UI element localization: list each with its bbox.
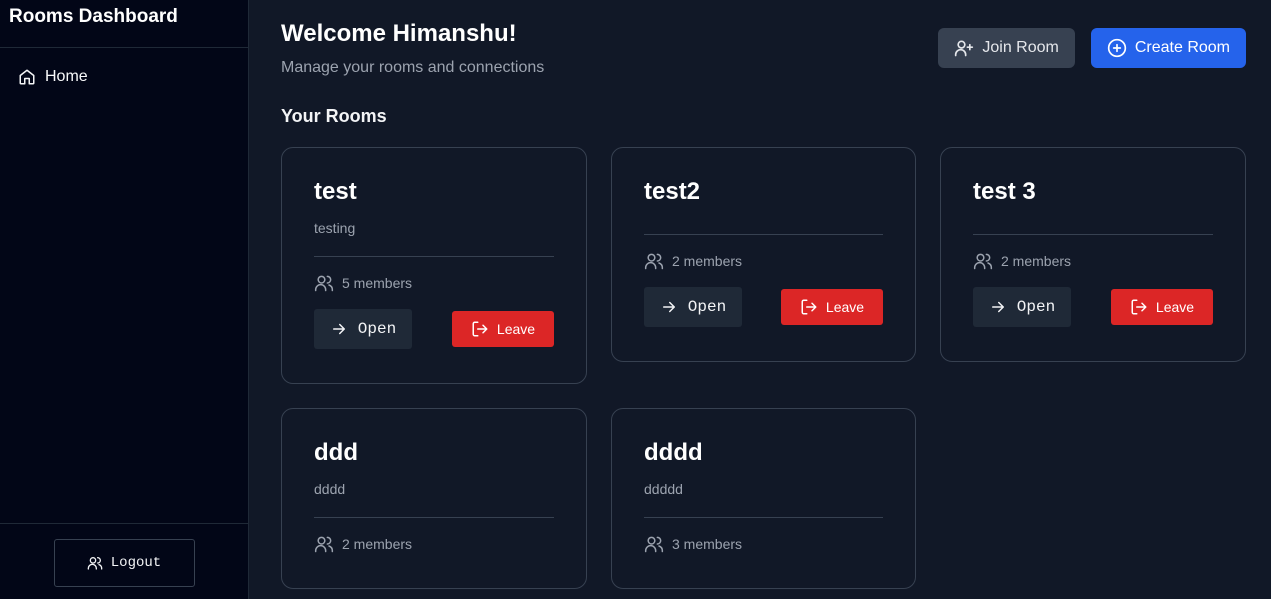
users-icon	[314, 536, 334, 553]
divider	[314, 256, 554, 257]
rooms-grid: test testing 5 members Open Leave test2 …	[281, 147, 1246, 589]
leave-label: Leave	[825, 299, 865, 315]
sidebar-item-label: Home	[45, 68, 88, 85]
create-room-button[interactable]: Create Room	[1090, 28, 1246, 68]
room-card: ddd dddd 2 members	[281, 408, 587, 589]
room-description: dddd	[314, 481, 346, 497]
logout-button[interactable]: Logout	[53, 539, 195, 587]
divider	[644, 517, 883, 518]
sidebar: Rooms Dashboard Home Logout	[0, 0, 249, 599]
page-subtitle: Manage your rooms and connections	[281, 59, 545, 76]
sidebar-footer: Logout	[0, 523, 248, 599]
room-card: test 3 2 members Open Leave	[940, 147, 1246, 362]
room-members: 2 members	[314, 534, 554, 554]
users-icon	[973, 253, 993, 270]
open-room-button[interactable]: Open	[973, 287, 1071, 327]
divider	[644, 234, 883, 235]
main-content: Welcome Himanshu! Manage your rooms and …	[249, 0, 1271, 599]
create-room-label: Create Room	[1134, 39, 1230, 56]
room-members: 2 members	[644, 251, 883, 271]
app-root: Rooms Dashboard Home Logout Welcome Hima…	[0, 0, 1271, 599]
room-actions: Open Leave	[644, 287, 883, 327]
logout-label: Logout	[110, 555, 162, 571]
users-icon	[644, 536, 664, 553]
leave-label: Leave	[496, 321, 536, 337]
rooms-section-title: Your Rooms	[281, 106, 387, 126]
members-count: 5 members	[342, 275, 413, 291]
open-room-button[interactable]: Open	[644, 287, 742, 327]
log-out-icon	[801, 299, 817, 315]
leave-room-button[interactable]: Leave	[781, 289, 883, 325]
room-members: 2 members	[973, 251, 1213, 271]
log-out-icon	[472, 321, 488, 337]
room-card: test2 2 members Open Leave	[611, 147, 916, 362]
room-description: testing	[314, 220, 356, 236]
room-name: test2	[644, 178, 701, 205]
header-actions: Join Room Create Room	[938, 28, 1246, 68]
room-actions: Open Leave	[314, 309, 554, 349]
open-label: Open	[687, 298, 727, 316]
arrow-right-icon	[662, 301, 675, 313]
user-plus-icon	[955, 40, 974, 57]
room-name: ddd	[314, 439, 358, 466]
users-icon	[87, 557, 103, 570]
members-count: 2 members	[672, 253, 743, 269]
users-icon	[314, 275, 334, 292]
sidebar-item-home[interactable]: Home	[0, 66, 248, 88]
room-description: ddddd	[644, 481, 683, 497]
users-icon	[644, 253, 664, 270]
members-count: 2 members	[342, 536, 413, 552]
room-name: test 3	[973, 178, 1036, 205]
join-room-label: Join Room	[982, 39, 1059, 56]
room-name: dddd	[644, 439, 703, 466]
log-out-icon	[1131, 299, 1147, 315]
arrow-right-icon	[332, 323, 345, 335]
room-actions: Open Leave	[973, 287, 1213, 327]
room-members: 5 members	[314, 273, 554, 293]
members-count: 3 members	[672, 536, 743, 552]
join-room-button[interactable]: Join Room	[938, 28, 1075, 68]
open-room-button[interactable]: Open	[314, 309, 412, 349]
home-icon	[19, 69, 35, 85]
divider	[973, 234, 1213, 235]
plus-circle-icon	[1107, 38, 1127, 58]
room-card: test testing 5 members Open Leave	[281, 147, 587, 384]
leave-room-button[interactable]: Leave	[452, 311, 554, 347]
members-count: 2 members	[1001, 253, 1072, 269]
open-label: Open	[1016, 298, 1056, 316]
leave-label: Leave	[1155, 299, 1195, 315]
sidebar-title: Rooms Dashboard	[0, 0, 248, 48]
open-label: Open	[357, 320, 397, 338]
leave-room-button[interactable]: Leave	[1111, 289, 1213, 325]
page-title: Welcome Himanshu!	[281, 20, 517, 47]
divider	[314, 517, 554, 518]
room-name: test	[314, 178, 357, 205]
arrow-right-icon	[991, 301, 1004, 313]
page-header: Welcome Himanshu! Manage your rooms and …	[281, 0, 1246, 106]
room-card: dddd ddddd 3 members	[611, 408, 916, 589]
room-members: 3 members	[644, 534, 883, 554]
